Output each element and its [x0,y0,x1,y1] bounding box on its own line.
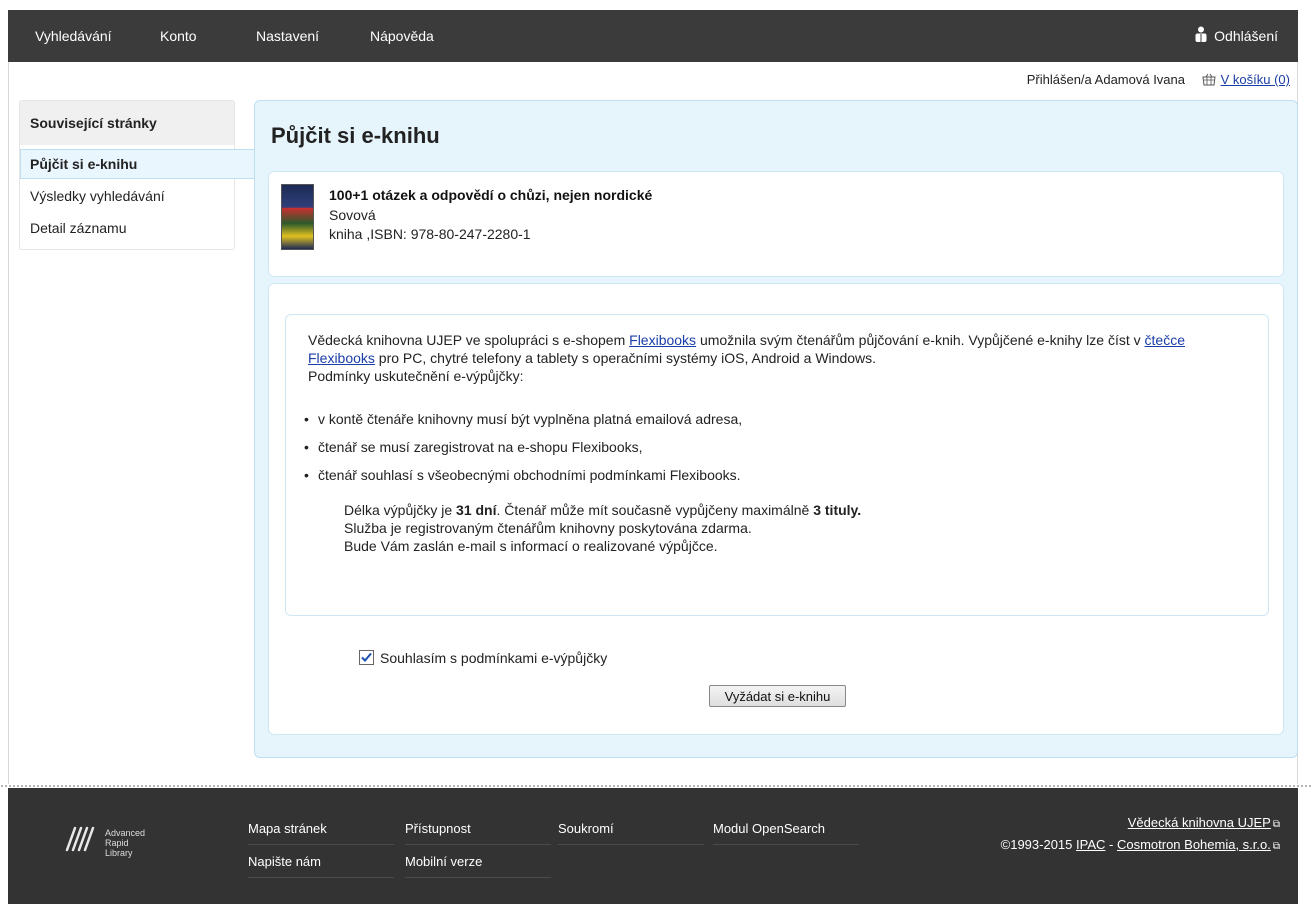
book-cover-image [281,184,314,250]
library-link[interactable]: Vědecká knihovna UJEP [1128,815,1271,830]
footer-link-opensearch[interactable]: Modul OpenSearch [713,821,859,845]
nav-napoveda[interactable]: Nápověda [370,10,434,62]
free-service-text: Služba je registrovaným čtenářům knihovn… [344,520,752,536]
copyright-text: ©1993-2015 [1000,837,1076,852]
book-author: Sovová [329,207,376,223]
related-pages-sidebar: Související stránky Půjčit si e-knihu Vý… [19,100,260,250]
external-link-icon: ⧉ [1272,819,1280,830]
loan-info: Délka výpůjčky je 31 dní. Čtenář může mí… [344,501,861,555]
loan-text-2: . Čtenář může mít současně vypůjčeny max… [496,502,814,518]
logged-in-text: Přihlášen/a Adamová Ivana [1026,72,1186,87]
condition-item: • čtenář se musí zaregistrovat na e-shopu… [304,439,643,455]
top-navigation-bar: Vyhledávání Konto Nastavení Nápověda Odh… [8,10,1298,62]
separator-text: - [1105,837,1117,852]
nav-nastaveni[interactable]: Nastavení [256,10,319,62]
reader-link-2[interactable]: Flexibooks [308,350,375,366]
footer-link-pristupnost[interactable]: Přístupnost [405,821,551,845]
intro-text-1: Vědecká knihovna UJEP ve spolupráci s e-… [308,332,630,348]
sidebar-item-vysledky[interactable]: Výsledky vyhledávání [30,188,165,204]
loan-text-1: Délka výpůjčky je [344,502,457,518]
loan-titles: 3 tituly. [813,502,862,518]
book-title: 100+1 otázek a odpovědí o chůzi, nejen n… [329,187,653,203]
book-record: 100+1 otázek a odpovědí o chůzi, nejen n… [268,171,1284,277]
flexibooks-link[interactable]: Flexibooks [629,332,696,348]
intro-text-3: pro PC, chytré telefony a tablety s oper… [374,350,877,366]
user-status: Přihlášen/a Adamová Ivana V košíku (0) [1027,72,1290,89]
sidebar-item-pujcit[interactable]: Půjčit si e-knihu [30,156,137,172]
arl-logo[interactable]: Advanced Rapid Library [63,824,153,864]
page-title: Půjčit si e-knihu [271,123,440,148]
condition-text: čtenář se musí zaregistrovat na e-shopu … [318,439,643,455]
loan-days: 31 dní [456,502,497,518]
sidebar-item-detail[interactable]: Detail záznamu [30,220,127,236]
logout-link[interactable]: Odhlášení [1194,10,1278,62]
footer-link-mapa[interactable]: Mapa stránek [248,821,394,845]
intro-text-2: umožnila svým čtenářům půjčování e-knih.… [696,332,1145,348]
cart-link[interactable]: V košíku (0) [1221,72,1290,87]
ipac-link[interactable]: IPAC [1076,837,1105,852]
reader-link-1[interactable]: čtečce [1145,332,1185,348]
external-link-icon: ⧉ [1272,841,1280,852]
agree-label: Souhlasím s podmínkami e-výpůjčky [380,650,608,666]
footer-link-soukromi[interactable]: Soukromí [558,821,704,845]
condition-text: v kontě čtenáře knihovny musí být vyplně… [318,411,743,427]
main-panel: Půjčit si e-knihu 100+1 otázek a odpověd… [254,100,1298,758]
terms-intro: Vědecká knihovna UJEP ve spolupráci s e-… [308,331,1248,385]
terms-box: Vědecká knihovna UJEP ve spolupráci s e-… [285,314,1269,616]
basket-icon [1201,73,1217,89]
footer: Advanced Rapid Library Mapa stránek Přís… [8,788,1298,904]
agree-terms-checkbox[interactable]: Souhlasím s podmínkami e-výpůjčky [359,650,607,666]
logout-label: Odhlášení [1214,28,1278,44]
book-type-isbn: kniha ,ISBN: 978-80-247-2280-1 [329,226,531,242]
logo-word: Advanced [105,828,146,838]
request-ebook-button[interactable]: Vyžádat si e-knihu [709,685,846,707]
nav-vyhledavani[interactable]: Vyhledávání [35,10,112,62]
user-icon [1194,11,1208,63]
condition-item: • čtenář souhlasí s všeobecnými obchodním… [304,467,741,483]
footer-library-line: Vědecká knihovna UJEP ⧉ [1128,815,1280,830]
logo-word: Library [105,848,133,858]
footer-link-napiste[interactable]: Napište nám [248,854,394,878]
page-border-left [8,62,9,784]
condition-item: • v kontě čtenáře knihovny musí být vypln… [304,411,743,427]
footer-link-mobilni[interactable]: Mobilní verze [405,854,551,878]
footer-copyright-line: ©1993-2015 IPAC - Cosmotron Bohemia, s.r… [1001,837,1280,852]
logo-text: Advanced Rapid Library [105,828,145,858]
condition-text: čtenář souhlasí s všeobecnými obchodními… [318,467,741,483]
nav-konto[interactable]: Konto [160,10,197,62]
conditions-heading: Podmínky uskutečnění e-výpůjčky: [308,368,524,384]
cosmotron-link[interactable]: Cosmotron Bohemia, s.r.o. [1117,837,1271,852]
terms-container: Vědecká knihovna UJEP ve spolupráci s e-… [268,283,1284,735]
email-notice-text: Bude Vám zaslán e-mail s informací o rea… [344,538,718,554]
logo-word: Rapid [105,838,129,848]
sidebar-title: Související stránky [20,101,234,145]
checkbox-checked-icon[interactable] [359,650,374,665]
